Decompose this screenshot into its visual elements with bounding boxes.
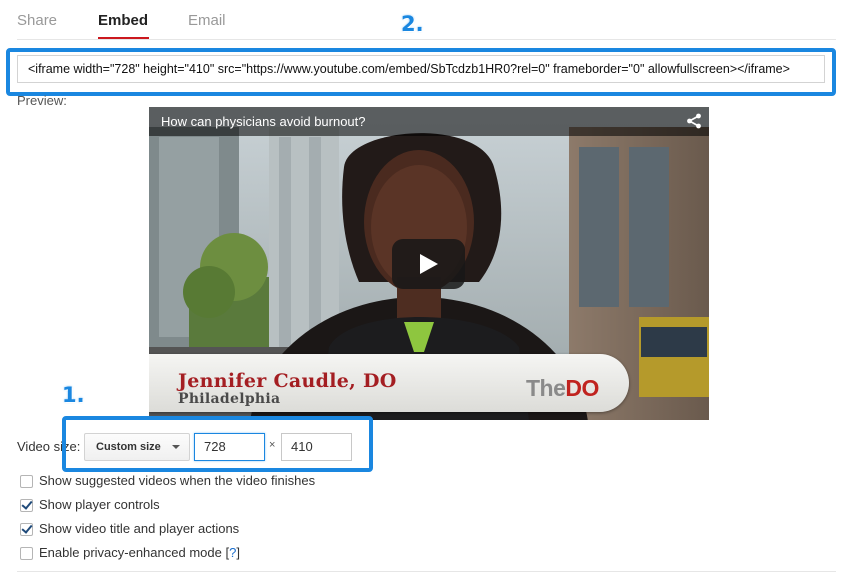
share-icon[interactable] xyxy=(686,113,702,129)
tab-bar: Share Embed Email xyxy=(0,0,853,40)
tab-email[interactable]: Email xyxy=(188,12,226,29)
player-controls-checkbox[interactable] xyxy=(20,499,33,512)
option-label: Show video title and player actions xyxy=(39,521,240,536)
tab-divider xyxy=(17,39,836,40)
title-actions-checkbox[interactable] xyxy=(20,523,33,536)
option-label: Show suggested videos when the video fin… xyxy=(39,473,316,488)
tab-embed[interactable]: Embed xyxy=(98,12,148,29)
play-icon xyxy=(420,254,438,274)
tab-share[interactable]: Share xyxy=(17,12,57,29)
highlight-box-embed-code xyxy=(6,48,836,96)
bottom-divider xyxy=(17,571,836,572)
video-preview[interactable]: How can physicians avoid burnout? Jennif… xyxy=(149,107,709,420)
lower-third-name: Jennifer Caudle, DO xyxy=(178,370,397,392)
help-link[interactable]: ? xyxy=(229,545,236,560)
thedo-logo: TheDO xyxy=(526,375,599,401)
annotation-number-1: 1. xyxy=(62,383,85,407)
video-title-bar: How can physicians avoid burnout? xyxy=(149,107,709,136)
play-button[interactable] xyxy=(392,239,465,289)
privacy-mode-checkbox[interactable] xyxy=(20,547,33,560)
lower-third-location: Philadelphia xyxy=(178,391,281,407)
suggested-videos-checkbox[interactable] xyxy=(20,475,33,488)
annotation-number-2: 2. xyxy=(401,12,424,36)
video-title[interactable]: How can physicians avoid burnout? xyxy=(161,114,366,129)
preview-label: Preview: xyxy=(17,93,67,108)
option-label: Show player controls xyxy=(39,497,160,512)
option-label: Enable privacy-enhanced mode xyxy=(39,545,222,560)
highlight-box-video-size xyxy=(62,416,373,472)
